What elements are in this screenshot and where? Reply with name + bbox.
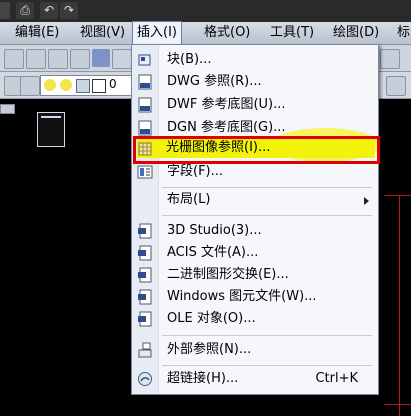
shortcut-label: Ctrl+K xyxy=(315,371,358,386)
menu-item-layout[interactable]: 布局(L) xyxy=(132,189,378,211)
field-icon xyxy=(137,165,153,179)
model-tab-marker xyxy=(0,104,15,114)
annotation-highlight-box xyxy=(133,136,380,164)
menu-separator xyxy=(162,187,372,188)
tool-icon[interactable] xyxy=(26,49,46,69)
title-bar: ⎙ ↶ ↷ xyxy=(0,0,411,22)
acis-icon xyxy=(138,245,152,261)
redo-icon[interactable]: ↷ xyxy=(60,2,78,19)
menu-draw[interactable]: 绘图(D) xyxy=(333,22,379,44)
menu-item-3d-studio[interactable]: 3D Studio(3)... xyxy=(132,220,378,242)
menu-item-dwg-reference[interactable]: DWG 参照(R)... xyxy=(132,71,378,93)
dwf-icon xyxy=(138,97,152,113)
print-icon[interactable]: ⎙ xyxy=(16,2,34,19)
dxb-icon xyxy=(138,267,152,283)
submenu-arrow-icon xyxy=(364,197,369,205)
bulb-icon xyxy=(44,79,56,91)
menu-item-ole-object[interactable]: OLE 对象(O)... xyxy=(132,308,378,330)
tool-icon[interactable] xyxy=(70,49,90,69)
sun-icon xyxy=(60,79,72,91)
drawing-line xyxy=(384,195,411,196)
drawing-object[interactable] xyxy=(37,112,65,147)
wmf-icon xyxy=(138,289,152,305)
block-icon xyxy=(138,54,151,66)
dwg-icon xyxy=(138,74,152,90)
menu-separator xyxy=(162,215,372,216)
menu-view[interactable]: 视图(V) xyxy=(80,22,125,44)
raster-image-icon xyxy=(138,142,152,156)
menu-bar: 编辑(E) 视图(V) 插入(I) 格式(O) 工具(T) 绘图(D) 标 xyxy=(0,21,411,45)
ole-icon xyxy=(138,311,152,327)
layer-state-icon[interactable] xyxy=(20,76,40,96)
tool-icon[interactable] xyxy=(4,49,24,69)
drawing-line xyxy=(399,195,400,416)
copy-icon[interactable] xyxy=(112,49,132,69)
insert-menu: 块(B)... DWG 参照(R)... DWF 参考底图(U)... DGN … xyxy=(131,44,379,395)
menu-insert[interactable]: 插入(I) xyxy=(132,21,182,45)
undo-icon[interactable]: ↶ xyxy=(40,2,58,19)
menu-dimension[interactable]: 标 xyxy=(397,22,410,44)
paint-icon[interactable] xyxy=(92,49,110,67)
menu-separator xyxy=(162,365,372,366)
menu-item-binary-drawing-exchange[interactable]: 二进制图形交换(E)... xyxy=(132,264,378,286)
drawing-line xyxy=(384,404,411,405)
menu-tools[interactable]: 工具(T) xyxy=(270,22,314,44)
menu-item-field[interactable]: 字段(F)... xyxy=(132,161,378,183)
menu-item-acis-file[interactable]: ACIS 文件(A)... xyxy=(132,242,378,264)
dgn-icon xyxy=(138,120,152,136)
menu-item-block[interactable]: 块(B)... xyxy=(132,49,378,71)
tool-icon[interactable] xyxy=(380,49,400,69)
xref-icon xyxy=(138,342,152,358)
lock-icon xyxy=(76,79,90,93)
hyperlink-icon xyxy=(138,372,152,386)
menu-separator xyxy=(162,335,372,336)
tool-icon[interactable] xyxy=(48,49,68,69)
menu-item-windows-metafile[interactable]: Windows 图元文件(W)... xyxy=(132,286,378,308)
layer-previous-icon[interactable] xyxy=(386,76,406,96)
app-menu-icon[interactable] xyxy=(0,2,10,19)
menu-item-dwf-underlay[interactable]: DWF 参考底图(U)... xyxy=(132,94,378,116)
color-swatch-icon xyxy=(92,79,106,93)
layer-name: 0 xyxy=(109,77,117,91)
3ds-icon xyxy=(138,223,152,239)
menu-item-external-reference[interactable]: 外部参照(N)... xyxy=(132,339,378,361)
menu-item-hyperlink[interactable]: 超链接(H)... Ctrl+K xyxy=(132,368,378,390)
menu-edit[interactable]: 编辑(E) xyxy=(15,22,59,44)
layer-dropdown[interactable]: 0 xyxy=(40,75,132,96)
menu-format[interactable]: 格式(O) xyxy=(204,22,250,44)
